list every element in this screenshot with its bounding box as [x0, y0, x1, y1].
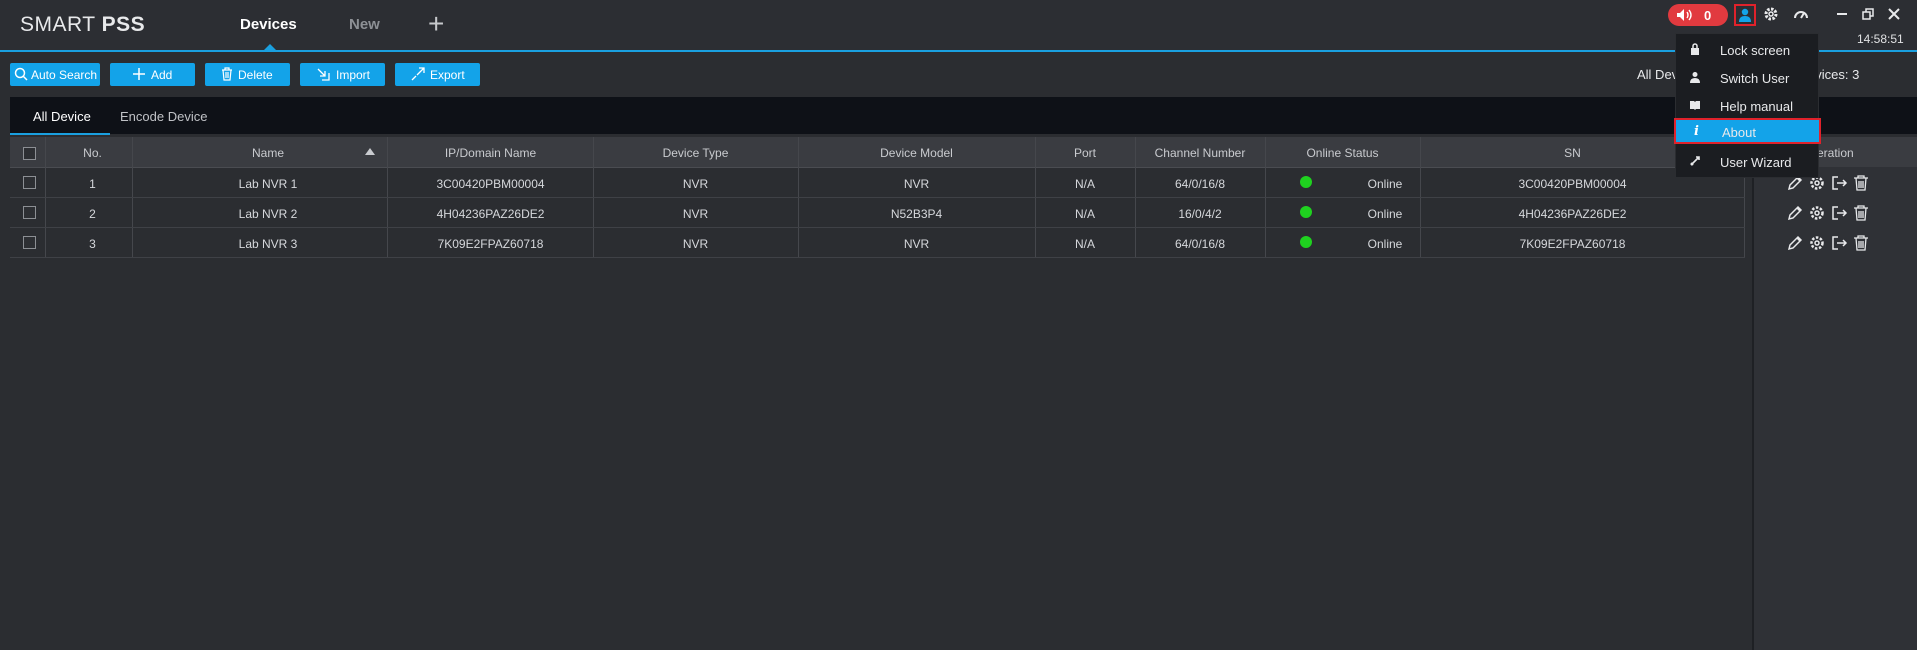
user-icon — [1739, 8, 1751, 22]
cell-device-model: N52B3P4 — [890, 207, 943, 221]
app-logo: SMART PSS — [20, 13, 146, 36]
row-checkbox[interactable] — [23, 206, 36, 219]
user-menu-button[interactable] — [1734, 4, 1756, 26]
cell-port: N/A — [1074, 207, 1095, 221]
add-button[interactable]: Add — [110, 63, 195, 86]
tab-all-device[interactable]: All Device — [10, 109, 110, 135]
info-icon: i — [1694, 124, 1699, 139]
title-bar: SMART PSS Devices New + 0 14:58:51 — [0, 0, 1917, 52]
active-tab-indicator — [264, 44, 276, 50]
online-status-dot — [1300, 206, 1312, 218]
cell-device-type: NVR — [682, 237, 709, 251]
online-status-dot — [1300, 176, 1312, 188]
cell-port: N/A — [1074, 177, 1095, 191]
online-status-dot — [1300, 236, 1312, 248]
cell-ip: 3C00420PBM00004 — [436, 177, 545, 191]
lock-icon — [1691, 43, 1699, 55]
menu-item-about[interactable]: i About — [1674, 118, 1821, 144]
tab-encode-device[interactable]: Encode Device — [120, 109, 207, 124]
clock: 14:58:51 — [1857, 32, 1904, 46]
logout-icon[interactable] — [1830, 234, 1848, 252]
cell-channel-number: 16/0/4/2 — [1178, 207, 1222, 221]
menu-item-user-wizard[interactable]: User Wizard — [1676, 148, 1818, 174]
trash-icon — [222, 67, 232, 81]
logout-icon[interactable] — [1830, 204, 1848, 222]
speedometer-icon[interactable] — [1793, 6, 1809, 22]
row-operations — [1786, 204, 1870, 222]
cell-name: Lab NVR 1 — [238, 177, 298, 191]
wizard-icon — [1690, 156, 1700, 166]
import-button[interactable]: Import — [300, 63, 385, 86]
operation-panel: eration — [1752, 137, 1917, 650]
export-icon — [411, 67, 425, 81]
cell-no: 3 — [89, 237, 96, 251]
cell-channel-number: 64/0/16/8 — [1174, 177, 1226, 191]
gear-icon[interactable] — [1763, 6, 1779, 22]
settings-icon[interactable] — [1808, 204, 1826, 222]
trash-icon[interactable] — [1852, 204, 1870, 222]
menu-item-lock-screen[interactable]: Lock screen — [1676, 36, 1818, 62]
book-icon — [1690, 101, 1700, 110]
import-icon — [317, 68, 330, 81]
cell-sn: 4H04236PAZ26DE2 — [1518, 207, 1627, 221]
user-dropdown-menu: Lock screen Switch User Help manual i Ab… — [1674, 33, 1821, 178]
menu-item-help-manual[interactable]: Help manual — [1676, 92, 1818, 118]
plus-icon — [133, 68, 145, 80]
cell-no: 1 — [89, 177, 96, 191]
row-checkbox[interactable] — [23, 176, 36, 189]
cell-ip: 4H04236PAZ26DE2 — [436, 207, 545, 221]
menu-item-switch-user[interactable]: Switch User — [1676, 64, 1818, 90]
search-icon — [14, 67, 28, 81]
cell-ip: 7K09E2FPAZ60718 — [437, 237, 544, 251]
active-subtab-underline — [10, 133, 110, 135]
user-icon — [1690, 72, 1700, 83]
cell-device-type: NVR — [682, 177, 709, 191]
cell-sn: 3C00420PBM00004 — [1518, 177, 1627, 191]
edit-icon[interactable] — [1786, 234, 1804, 252]
col-operation: eration — [1817, 146, 1854, 160]
row-checkbox[interactable] — [23, 236, 36, 249]
alarm-count: 0 — [1704, 8, 1712, 23]
cell-no: 2 — [89, 207, 96, 221]
minimize-icon[interactable] — [1836, 8, 1848, 20]
restore-icon[interactable] — [1862, 8, 1874, 20]
cell-device-type: NVR — [682, 207, 709, 221]
auto-search-button[interactable]: Auto Search — [10, 63, 100, 86]
edit-icon[interactable] — [1786, 204, 1804, 222]
cell-sn: 7K09E2FPAZ60718 — [1519, 237, 1626, 251]
device-subtabs: All Device Encode Device — [10, 97, 1917, 135]
row-operations — [1786, 234, 1870, 252]
alarm-button[interactable]: 0 — [1668, 4, 1728, 26]
table-row[interactable]: 1 Lab NVR 1 3C00420PBM00004 NVR NVR N/A … — [10, 168, 1745, 198]
export-button[interactable]: Export — [395, 63, 480, 86]
trash-icon[interactable] — [1852, 234, 1870, 252]
cell-channel-number: 64/0/16/8 — [1174, 237, 1226, 251]
table-row[interactable]: 2 Lab NVR 2 4H04236PAZ26DE2 NVR N52B3P4 … — [10, 198, 1745, 228]
add-tab-button[interactable]: + — [428, 10, 444, 38]
cell-name: Lab NVR 3 — [238, 237, 298, 251]
tab-new[interactable]: New — [349, 16, 380, 33]
table-row[interactable]: 3 Lab NVR 3 7K09E2FPAZ60718 NVR NVR N/A … — [10, 228, 1745, 258]
speaker-icon — [1677, 9, 1692, 21]
cell-device-model: NVR — [903, 177, 930, 191]
cell-device-model: NVR — [903, 237, 930, 251]
cell-port: N/A — [1074, 237, 1095, 251]
delete-button[interactable]: Delete — [205, 63, 290, 86]
logout-icon[interactable] — [1830, 174, 1848, 192]
tab-devices[interactable]: Devices — [240, 16, 297, 50]
all-devices-label: All Dev — [1637, 67, 1679, 82]
settings-icon[interactable] — [1808, 234, 1826, 252]
close-icon[interactable] — [1888, 8, 1900, 20]
cell-name: Lab NVR 2 — [238, 207, 298, 221]
trash-icon[interactable] — [1852, 174, 1870, 192]
